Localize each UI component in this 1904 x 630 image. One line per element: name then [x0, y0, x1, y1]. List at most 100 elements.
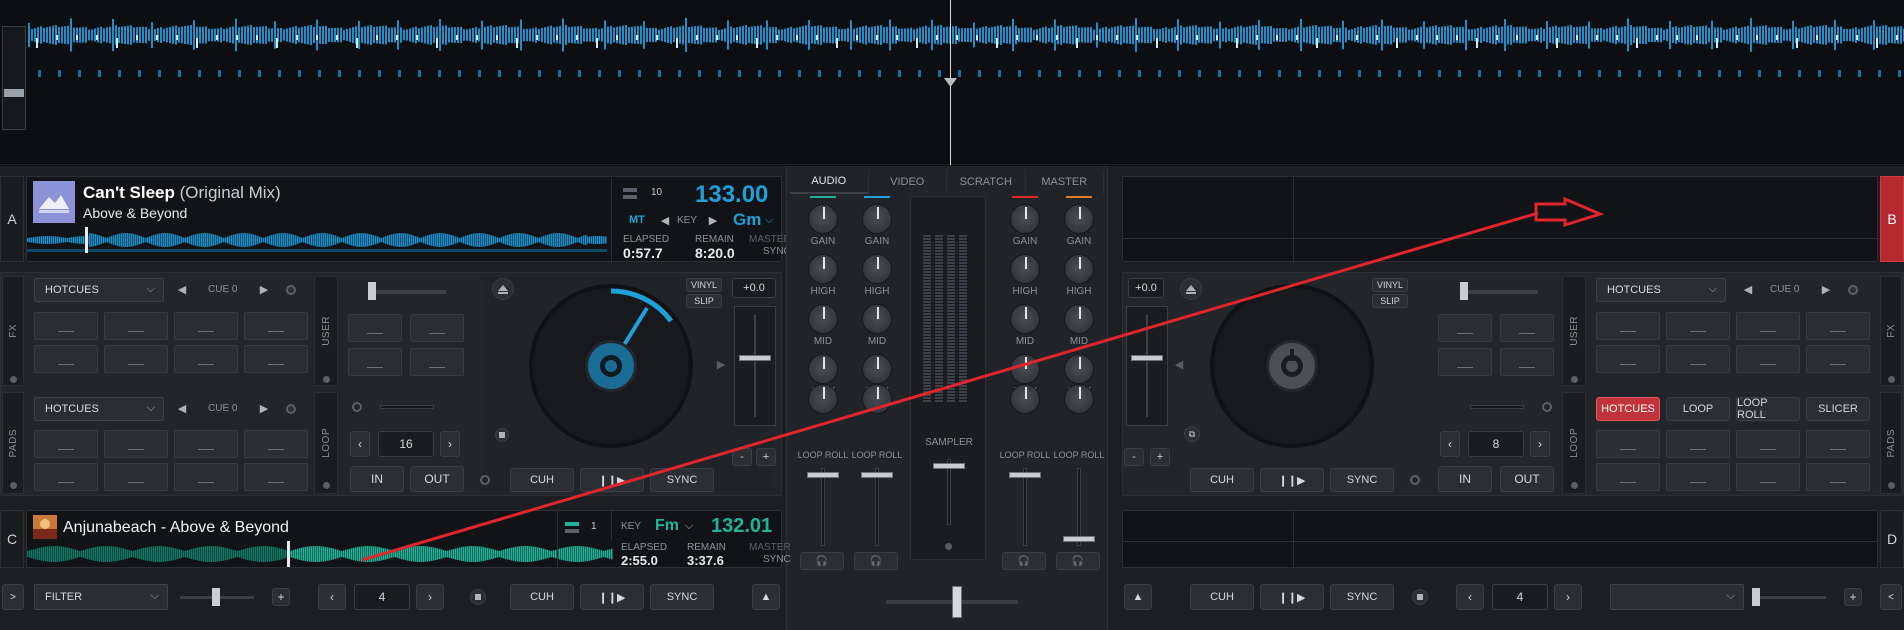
hotcue-pad[interactable] [1666, 345, 1730, 373]
hotcue-pad[interactable] [1666, 463, 1730, 491]
cue-prev-icon[interactable]: ◀ [176, 401, 188, 415]
pitch-bend-left-icon[interactable]: ▶ [716, 358, 726, 371]
deck-c-letter[interactable]: C [0, 510, 24, 568]
pads-side-tab[interactable]: PADS [1880, 392, 1902, 494]
loop-roll-knob[interactable] [1064, 384, 1094, 414]
expand-right-button[interactable]: < [1880, 584, 1902, 610]
user-slider-track[interactable] [368, 290, 446, 294]
cue-button[interactable]: CUH [510, 584, 574, 610]
fx-side-tab[interactable]: FX [1880, 276, 1902, 386]
effect-slider-handle[interactable] [1752, 588, 1760, 606]
stop-icon[interactable] [495, 428, 509, 442]
hotcue-pad[interactable] [104, 463, 168, 491]
loop-halve-button[interactable]: ‹ [318, 584, 346, 610]
hotcue-pad[interactable] [104, 345, 168, 373]
pitch-minus-button[interactable]: - [1124, 448, 1144, 466]
eq-knob-high[interactable] [862, 254, 892, 284]
key-dropdown-chevron-icon[interactable]: ⌵ [763, 213, 775, 227]
user-pad[interactable] [348, 314, 402, 342]
crossfader-handle[interactable] [952, 586, 962, 618]
sync-button[interactable]: SYNC [650, 584, 714, 610]
expand-left-button[interactable]: > [2, 584, 24, 610]
pitch-bend-right-icon[interactable]: ◀ [1174, 358, 1184, 371]
sampler-toggle-dot[interactable] [945, 543, 952, 550]
deck-d-effect-select[interactable]: ⌵ [1610, 584, 1744, 610]
stop-icon[interactable] [470, 589, 486, 605]
eq-knob-mid[interactable] [862, 304, 892, 334]
cue-next-icon[interactable]: ▶ [1820, 282, 1832, 296]
hotcue-pad[interactable] [1666, 312, 1730, 340]
pad-mode-slicer-button[interactable]: SLICER [1806, 397, 1870, 421]
deck-c-expand-button[interactable]: ▲ [752, 584, 780, 610]
pads-toggle-dot[interactable] [10, 482, 17, 489]
deck-d-letter[interactable]: D [1880, 510, 1904, 568]
channel-fader-cap[interactable] [1063, 536, 1095, 542]
deck-d-expand-button[interactable]: ▲ [1124, 584, 1152, 610]
play-pause-button[interactable]: ❙❙▶ [1260, 584, 1324, 610]
hotcue-pad[interactable] [1596, 430, 1660, 458]
hotcue-pad[interactable] [174, 345, 238, 373]
transport-options-icon[interactable] [480, 475, 490, 485]
loop-roll-knob[interactable] [808, 384, 838, 414]
deck-a-mini-waveform[interactable] [27, 227, 607, 253]
master-tempo-toggle[interactable]: MT [629, 214, 645, 226]
cue-next-icon[interactable]: ▶ [258, 401, 270, 415]
deck-b-pad-mode-select[interactable]: HOTCUES ⌵ [1596, 278, 1726, 302]
deck-c-mini-waveform[interactable] [27, 541, 613, 567]
eq-knob-low[interactable] [808, 354, 838, 384]
pitch-fader-cap[interactable] [1131, 355, 1163, 361]
mixer-tab-scratch[interactable]: SCRATCH [947, 170, 1026, 194]
cue-prev-icon[interactable]: ◀ [176, 282, 188, 296]
hotcue-pad[interactable] [1666, 430, 1730, 458]
user-pad[interactable] [1500, 314, 1554, 342]
loop-side-tab[interactable]: LOOP [314, 392, 338, 494]
loop-size-display[interactable]: 16 [378, 431, 434, 457]
loop-side-tab[interactable]: LOOP [1562, 392, 1586, 494]
headphone-cue-button[interactable]: 🎧 [1056, 552, 1100, 570]
deck-b-jog-wheel[interactable] [1210, 284, 1374, 448]
deck-c-effect-select[interactable]: FILTER ⌵ [34, 584, 168, 610]
eq-knob-gain[interactable] [1010, 204, 1040, 234]
pitch-slider[interactable] [1126, 306, 1168, 426]
loop-halve-button[interactable]: ‹ [1440, 431, 1460, 457]
clone-deck-icon[interactable]: ⧉ [1184, 426, 1200, 442]
eq-knob-low[interactable] [1064, 354, 1094, 384]
pad-mode-hotcues-button[interactable]: HOTCUES [1596, 397, 1660, 421]
user-pad[interactable] [1500, 348, 1554, 376]
cue-button[interactable]: CUH [510, 468, 574, 492]
pitch-plus-button[interactable]: + [1150, 448, 1170, 466]
eject-icon[interactable] [1180, 278, 1202, 300]
hotcue-pad[interactable] [1596, 345, 1660, 373]
user-pad[interactable] [1438, 348, 1492, 376]
hotcue-pad[interactable] [1736, 463, 1800, 491]
play-pause-button[interactable]: ❙❙▶ [580, 584, 644, 610]
channel-fader[interactable] [821, 468, 825, 546]
deck-a-letter[interactable]: A [0, 176, 24, 262]
loop-toggle-dot[interactable] [323, 482, 330, 489]
hotcue-pad[interactable] [174, 430, 238, 458]
hotcue-pad[interactable] [1596, 312, 1660, 340]
user-pad[interactable] [348, 348, 402, 376]
eq-knob-high[interactable] [1010, 254, 1040, 284]
hotcue-pad[interactable] [244, 430, 308, 458]
bpm-display[interactable]: 133.00 [695, 181, 768, 209]
effect-add-button[interactable]: + [1844, 588, 1862, 606]
loop-double-button[interactable]: › [440, 431, 460, 457]
hotcue-pad[interactable] [244, 312, 308, 340]
eq-knob-gain[interactable] [862, 204, 892, 234]
stop-icon[interactable] [1412, 589, 1428, 605]
transport-options-icon[interactable] [1410, 475, 1420, 485]
hotcue-pad[interactable] [1596, 463, 1660, 491]
effect-add-button[interactable]: + [272, 588, 290, 606]
hotcue-pad[interactable] [244, 463, 308, 491]
play-pause-button[interactable]: ❙❙▶ [1260, 468, 1324, 492]
eq-knob-high[interactable] [1064, 254, 1094, 284]
hotcue-pad[interactable] [1806, 463, 1870, 491]
eq-knob-high[interactable] [808, 254, 838, 284]
loop-double-button[interactable]: › [1530, 431, 1550, 457]
hotcue-pad[interactable] [34, 430, 98, 458]
hotcue-pad[interactable] [104, 312, 168, 340]
overview-zoom-scrollbar[interactable] [2, 26, 26, 130]
loop-options-icon[interactable] [1542, 402, 1552, 412]
bpm-display[interactable]: 132.01 [711, 515, 772, 538]
